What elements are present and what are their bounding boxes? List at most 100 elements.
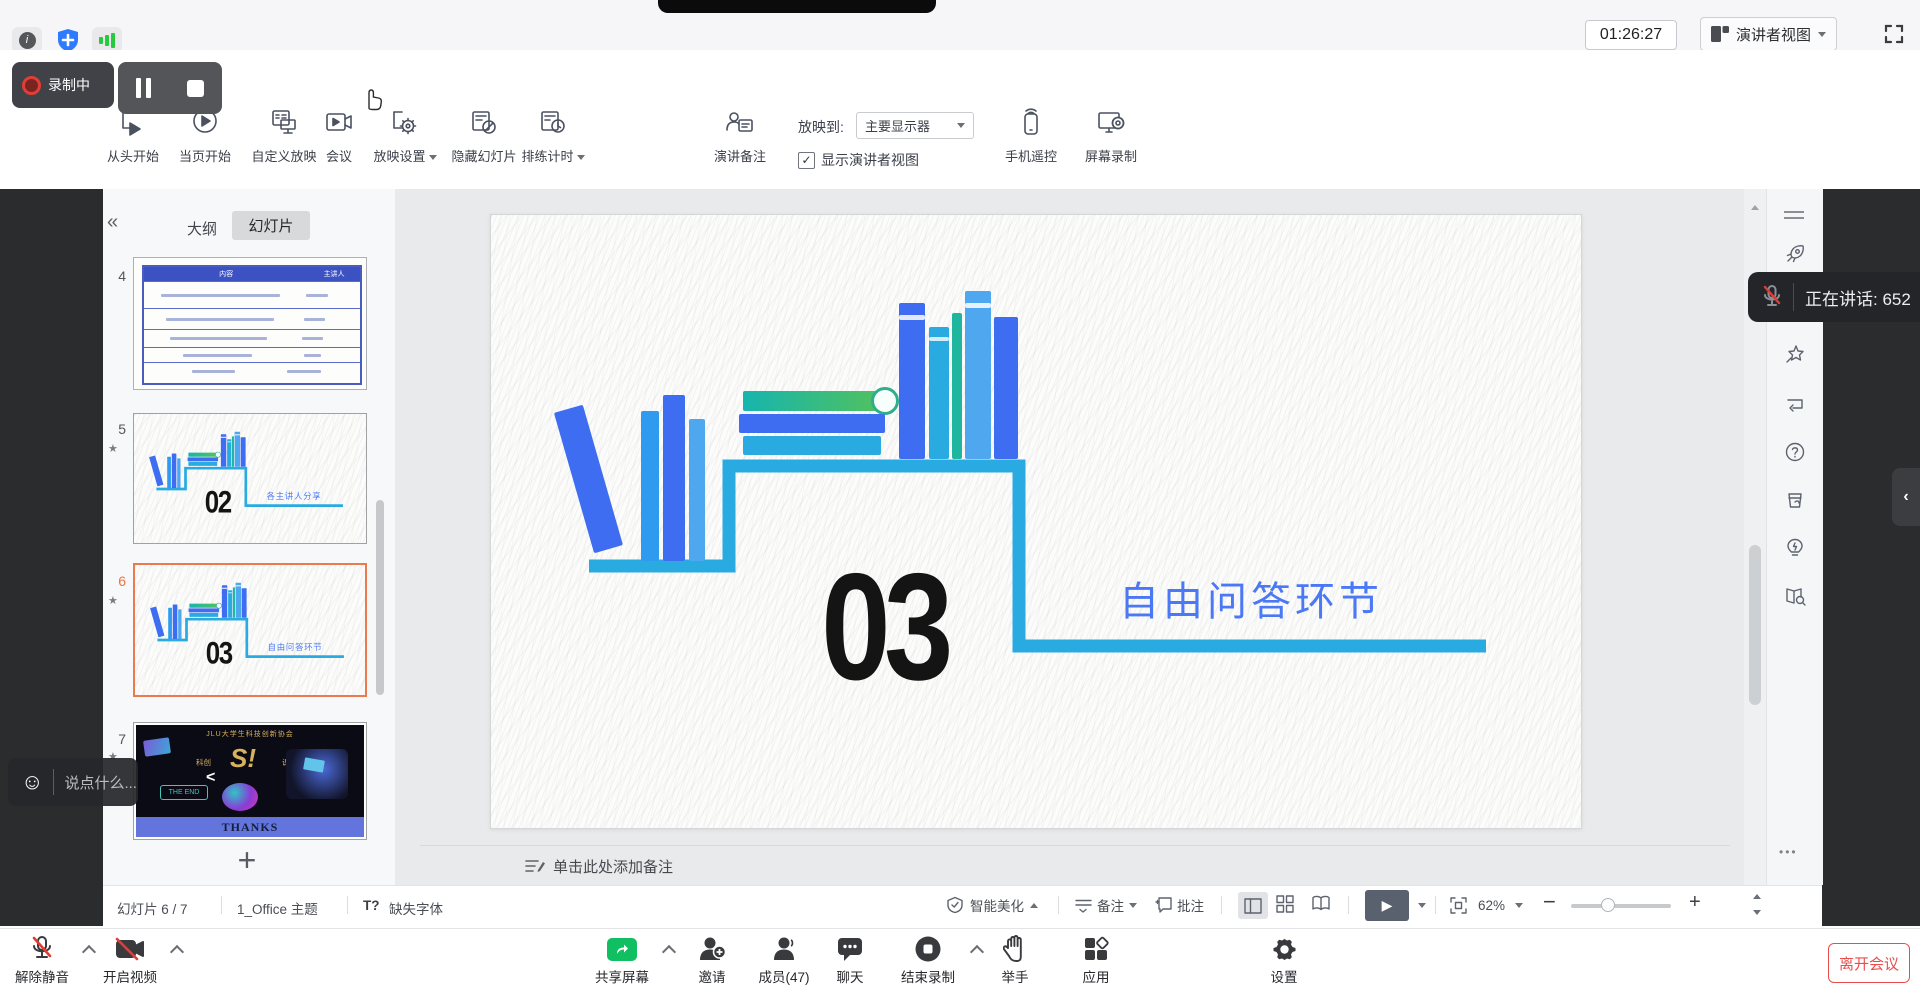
animation-star-icon: ★ <box>108 594 118 607</box>
apps-button[interactable]: 应用 <box>1064 934 1128 986</box>
signal-bars-icon <box>105 35 109 46</box>
slide-section-number: 03 <box>201 637 237 669</box>
zoom-percent[interactable]: 62% <box>1478 898 1505 913</box>
custom-show-button[interactable]: 自定义放映 <box>240 106 328 165</box>
record-dot-icon <box>22 76 41 95</box>
help-icon[interactable] <box>1784 441 1806 463</box>
presenter-view-checkbox[interactable]: ✓ 显示演讲者视图 <box>798 150 919 170</box>
display-select[interactable]: 主要显示器 <box>856 112 974 139</box>
start-video-button[interactable]: 开启视频 <box>94 934 166 986</box>
book-cap-band <box>235 434 240 435</box>
slide-thumbnail-4[interactable]: 内容 主讲人 <box>133 257 367 390</box>
video-options-chevron[interactable] <box>170 945 184 959</box>
slide-thumbnail-5[interactable]: 02 各主讲人分享 <box>133 413 367 544</box>
zoom-in-button[interactable]: + <box>1689 891 1701 914</box>
chat-button[interactable]: 聊天 <box>816 934 884 986</box>
theme-name[interactable]: 1_Office 主题 <box>237 898 318 918</box>
view-normal-button[interactable] <box>1238 892 1268 919</box>
collapse-panel-button[interactable]: « <box>107 211 118 234</box>
quick-tools-rocket-icon[interactable] <box>1784 243 1806 265</box>
chat-expand-arrow[interactable]: < <box>206 769 215 787</box>
meeting-toolbar: 解除静音 开启视频 共享屏幕 <box>0 928 1920 993</box>
stop-recording-button[interactable] <box>187 80 204 97</box>
rail-more-button[interactable]: ••• <box>1779 845 1798 859</box>
screen-record-button[interactable]: 屏幕录制 <box>1078 106 1144 165</box>
view-mode-dropdown[interactable]: 演讲者视图 <box>1700 17 1837 51</box>
tab-slides[interactable]: 幻灯片 <box>232 211 310 240</box>
stop-recording-button[interactable]: 结束录制 <box>888 934 968 986</box>
previous-slide-button[interactable] <box>1753 894 1761 899</box>
current-slide[interactable]: 03 自由问答环节 <box>490 214 1582 829</box>
book-cap-band <box>228 592 232 593</box>
chevron-down-icon <box>957 123 965 128</box>
book-horizontal <box>188 453 217 457</box>
slide-thumbnail-7[interactable]: JLU大学生科技创新协会 科创 S! 课堂 THE END < THANKS <box>133 722 367 840</box>
settings-button[interactable]: 设置 <box>1252 934 1316 986</box>
fit-slide-icon[interactable] <box>1450 897 1467 914</box>
invite-button[interactable]: 邀请 <box>678 934 746 986</box>
chat-quick-input[interactable]: ☺ 说点什么... <box>8 758 138 806</box>
zoom-dropdown[interactable] <box>1515 903 1523 908</box>
notes-placeholder[interactable]: 单击此处添加备注 <box>553 856 673 877</box>
book-cap-band <box>221 437 226 438</box>
slide-artwork: 03 自由问答环节 <box>491 215 1581 828</box>
add-slide-button[interactable]: + <box>228 842 266 879</box>
scroll-up-button[interactable] <box>1751 205 1759 210</box>
fullscreen-button[interactable] <box>1882 22 1906 51</box>
book-horizontal <box>189 613 218 617</box>
tab-outline[interactable]: 大纲 <box>187 218 217 239</box>
dictionary-search-icon[interactable] <box>1784 585 1806 607</box>
beautify-button[interactable]: 智能美化 <box>946 895 1038 915</box>
pause-recording-button[interactable] <box>136 78 151 98</box>
book-vertical <box>228 590 232 617</box>
play-options-dropdown[interactable] <box>1418 903 1426 908</box>
slide-number: 5 <box>104 421 126 437</box>
meeting-button[interactable]: 会议 <box>316 106 362 165</box>
content-table-thumbnail: 内容 主讲人 <box>142 265 362 385</box>
zoom-out-button[interactable]: − <box>1543 889 1556 915</box>
table-header: 内容 <box>144 269 308 279</box>
button-label: 当页开始 <box>179 149 231 164</box>
beautify-label: 智能美化 <box>970 895 1024 915</box>
emoji-icon[interactable]: ☺ <box>21 771 43 793</box>
view-reading-button[interactable] <box>1311 895 1331 917</box>
button-label: 会议 <box>326 149 352 164</box>
zoom-slider-track[interactable] <box>1571 904 1671 908</box>
resource-cup-icon[interactable] <box>1784 489 1806 511</box>
leave-meeting-button[interactable]: 离开会议 <box>1828 943 1910 983</box>
view-sorter-button[interactable] <box>1276 895 1294 918</box>
book-vertical <box>167 457 171 488</box>
zoom-slider-knob[interactable] <box>1601 898 1615 912</box>
loop-playback-icon[interactable] <box>1784 393 1806 415</box>
notes-toggle-button[interactable]: 备注 <box>1075 895 1137 915</box>
beautify-star-icon[interactable] <box>1784 343 1806 365</box>
rehearse-timing-button[interactable]: 排练计时 <box>515 106 591 165</box>
start-from-beginning-button[interactable]: 从头开始 <box>96 106 170 165</box>
next-slide-button[interactable] <box>1753 910 1761 915</box>
raise-hand-button[interactable]: 举手 <box>982 934 1048 986</box>
phone-remote-button[interactable]: 手机遥控 <box>998 106 1064 165</box>
meeting-panel-toggle[interactable]: ‹ <box>1892 468 1920 526</box>
slide-thumbnail-6-selected[interactable]: 03 自由问答环节 <box>133 563 367 697</box>
meeting-top-bar: i 01:26:27 演讲者视图 <box>0 0 1920 51</box>
editor-scrollbar-thumb[interactable] <box>1749 545 1761 705</box>
start-from-current-button[interactable]: 当页开始 <box>170 106 240 165</box>
members-button[interactable]: 成员(47) <box>746 934 822 986</box>
hide-slide-button[interactable]: 隐藏幻灯片 <box>443 106 525 165</box>
rail-drag-handle[interactable] <box>1784 207 1806 229</box>
unmute-button[interactable]: 解除静音 <box>6 934 78 986</box>
checkbox-checked-icon: ✓ <box>798 152 815 169</box>
share-options-chevron[interactable] <box>662 945 676 959</box>
comments-button[interactable]: 批注 <box>1155 895 1204 915</box>
book-vertical <box>663 395 685 561</box>
speaker-notes-button[interactable]: 演讲备注 <box>700 106 780 165</box>
play-slideshow-button[interactable]: ▶ <box>1365 890 1409 921</box>
toolbar-label: 设置 <box>1271 970 1298 985</box>
inspiration-bulb-icon[interactable] <box>1784 537 1806 559</box>
panel-scrollbar[interactable] <box>376 500 384 695</box>
book-vertical <box>221 434 226 466</box>
screen-notch <box>658 0 936 13</box>
share-screen-button[interactable]: 共享屏幕 <box>586 934 658 986</box>
show-settings-button[interactable]: 放映设置 <box>364 106 446 165</box>
missing-font-label[interactable]: 缺失字体 <box>389 898 443 918</box>
